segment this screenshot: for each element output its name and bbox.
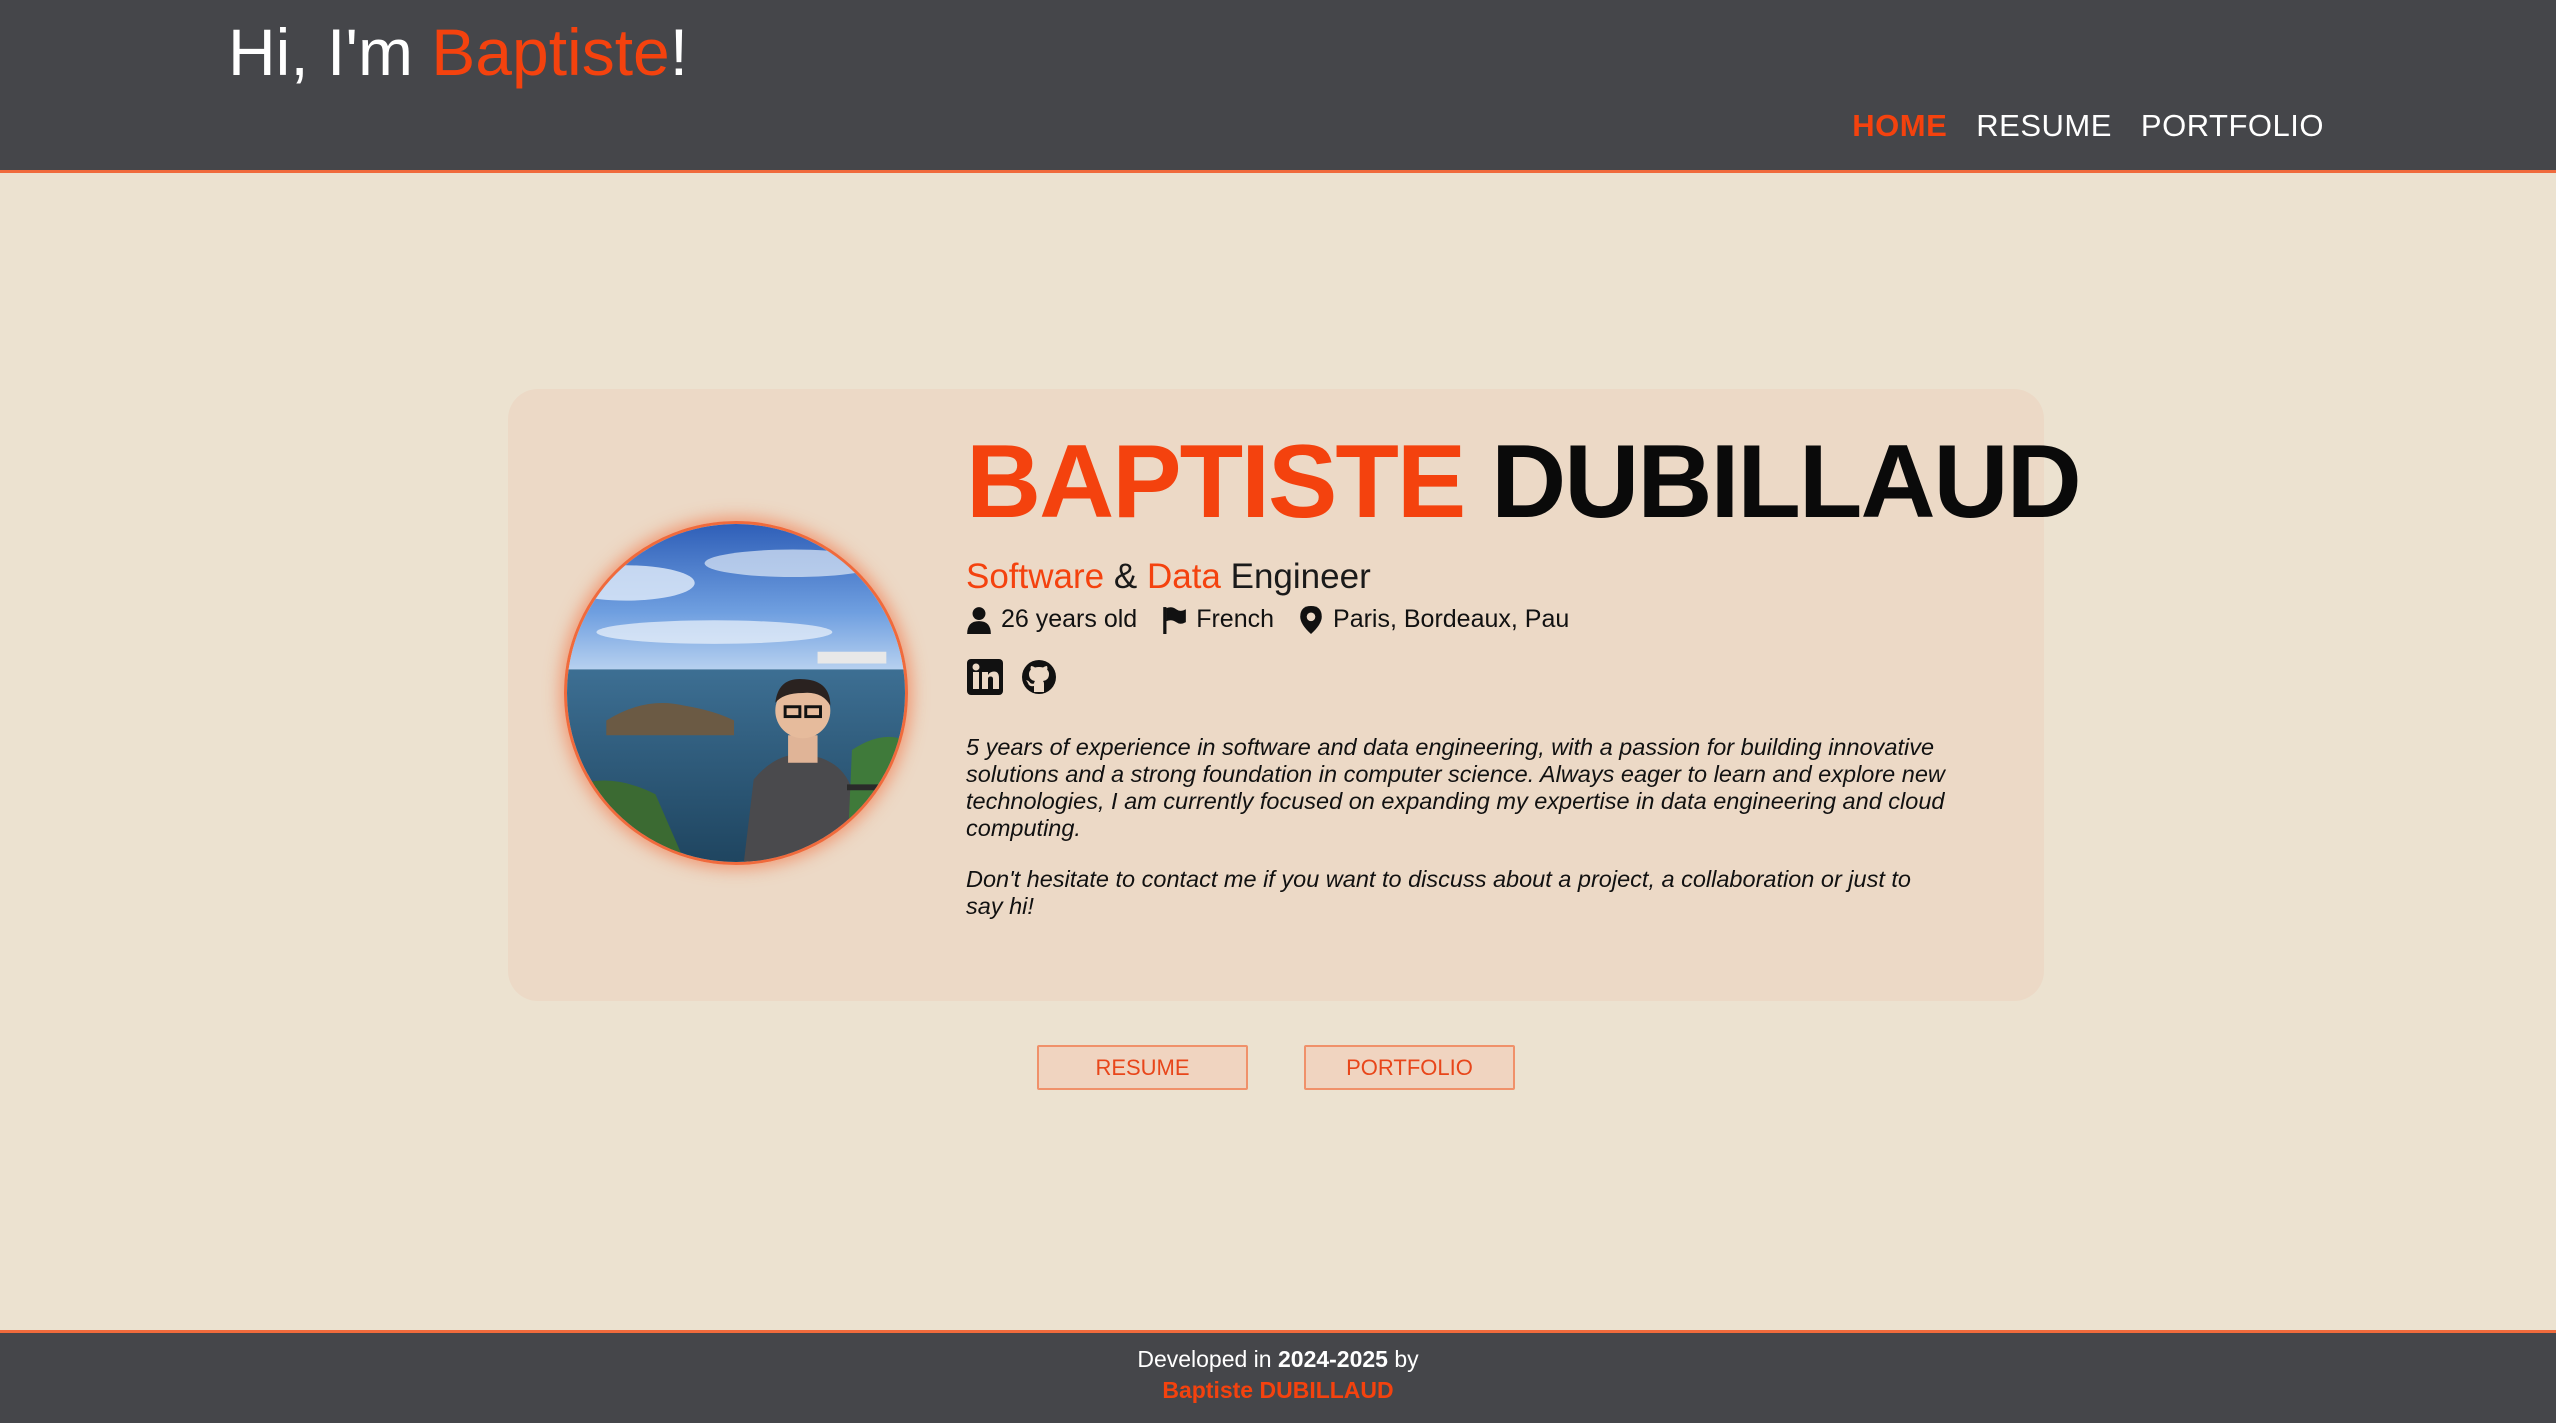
greeting-name: Baptiste xyxy=(431,15,670,89)
greeting-prefix: Hi, I'm xyxy=(228,15,432,89)
footer-suffix: by xyxy=(1387,1346,1419,1372)
footer-author: Baptiste DUBILLAUD xyxy=(1162,1377,1394,1403)
linkedin-icon xyxy=(967,659,1003,696)
role-software: Software xyxy=(966,557,1105,597)
footer-prefix: Developed in xyxy=(1137,1346,1278,1372)
bio-paragraph-2: Don't hesitate to contact me if you want… xyxy=(966,866,1912,920)
footer-years: 2024-2025 xyxy=(1277,1346,1388,1372)
age-text: 26 years old xyxy=(1001,605,1138,634)
role-data: Data xyxy=(1146,557,1221,597)
fact-age: 26 years old xyxy=(966,605,1137,634)
footer-credit: Developed in 2024-2025 by xyxy=(0,1346,2556,1373)
profile-facts: 26 years old French Paris, Bordeaux, Pau xyxy=(966,605,2006,634)
github-link[interactable] xyxy=(1020,658,1058,696)
flag-icon xyxy=(1163,606,1187,634)
nationality-text: French xyxy=(1196,605,1275,634)
full-name: BAPTISTE DUBILLAUD xyxy=(966,424,2082,540)
profile-info: BAPTISTE DUBILLAUD Software & Data Engin… xyxy=(966,424,2082,944)
profile-card: BAPTISTE DUBILLAUD Software & Data Engin… xyxy=(508,389,2082,1001)
last-name: DUBILLAUD xyxy=(1491,424,2082,540)
social-links xyxy=(966,658,2006,696)
location-text: Paris, Bordeaux, Pau xyxy=(1333,605,1570,634)
role-ampersand: & xyxy=(1113,557,1138,597)
nav-home-link[interactable]: HOME xyxy=(1852,108,1947,144)
nav-portfolio-link[interactable]: PORTFOLIO xyxy=(2141,108,2324,144)
profile-photo xyxy=(564,521,908,865)
bio-paragraph-1: 5 years of experience in software and da… xyxy=(966,734,1945,842)
person-icon xyxy=(967,606,991,634)
main-nav: HOME RESUME PORTFOLIO xyxy=(1852,108,2324,144)
first-name: BAPTISTE xyxy=(966,424,1466,540)
site-header: Hi, I'm Baptiste! HOME RESUME PORTFOLIO xyxy=(0,0,2556,173)
location-pin-icon xyxy=(1300,605,1322,634)
portfolio-button[interactable]: PORTFOLIO xyxy=(1304,1045,1515,1090)
resume-button[interactable]: RESUME xyxy=(1037,1045,1248,1090)
role-engineer: Engineer xyxy=(1230,557,1371,597)
nav-resume-link[interactable]: RESUME xyxy=(1976,108,2112,144)
fact-nationality: French xyxy=(1161,605,1274,634)
github-icon xyxy=(1022,660,1056,695)
job-title: Software & Data Engineer xyxy=(966,557,2006,597)
greeting-suffix: ! xyxy=(669,15,689,89)
fact-location: Paris, Bordeaux, Pau xyxy=(1298,605,1569,634)
site-footer: Developed in 2024-2025 by Baptiste DUBIL… xyxy=(0,1330,2556,1423)
linkedin-link[interactable] xyxy=(966,658,1004,696)
greeting-title: Hi, I'm Baptiste! xyxy=(228,14,688,90)
bio: 5 years of experience in software and da… xyxy=(966,734,1946,920)
